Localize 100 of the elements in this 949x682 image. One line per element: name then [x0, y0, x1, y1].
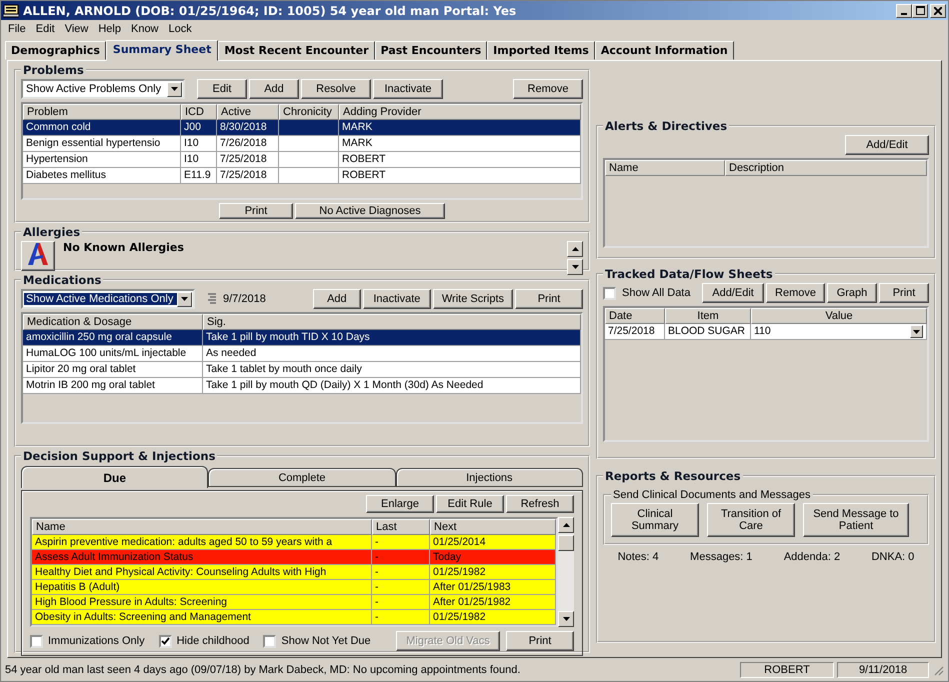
column-header[interactable]: Value	[751, 308, 927, 324]
minimize-button[interactable]	[896, 4, 912, 18]
toolbar-button[interactable]: Write Scripts	[432, 289, 513, 310]
toolbar-button[interactable]: Inactivate	[373, 79, 443, 100]
checkbox[interactable]	[603, 286, 616, 300]
checkbox-label[interactable]: Show All Data	[622, 287, 690, 300]
toolbar-button[interactable]: Remove	[766, 283, 825, 304]
menu-item[interactable]: Lock	[164, 23, 197, 36]
toolbar-button[interactable]: Graph	[827, 283, 877, 304]
tab[interactable]: Due	[21, 466, 208, 488]
toolbar-button[interactable]: Edit	[197, 79, 247, 100]
toolbar-button[interactable]: Inactivate	[362, 289, 431, 310]
table-row[interactable]: Benign essential hypertensio I10 7/26/2018 MARK	[23, 136, 581, 152]
tab[interactable]: Complete	[208, 468, 396, 488]
menu-item[interactable]: Edit	[30, 23, 60, 36]
table-row[interactable]: Lipitor 20 mg oral tablet Take 1 tablet by mouth once daily	[23, 362, 581, 378]
column-header[interactable]: Last	[372, 519, 430, 536]
table-row[interactable]: HumaLOG 100 units/mL injectable As needed	[23, 346, 581, 362]
checkbox[interactable]	[30, 634, 43, 648]
column-header[interactable]: Name	[605, 160, 725, 176]
table-row[interactable]: Healthy Diet and Physical Activity: Counseling Adults with High - 01/25/1982	[32, 565, 556, 580]
report-button[interactable]: Clinical Summary	[611, 503, 699, 538]
toolbar-button[interactable]: Enlarge	[366, 495, 434, 514]
toolbar-button[interactable]: Add	[249, 79, 299, 100]
scroll-thumb[interactable]	[558, 535, 574, 552]
toolbar-button[interactable]: Add/Edit	[702, 283, 764, 304]
menu-item[interactable]: Help	[93, 23, 126, 36]
table-cell: 7/25/2018	[220, 168, 267, 184]
column-header[interactable]: Date	[605, 308, 665, 324]
table-row[interactable]: Common cold J00 8/30/2018 MARK	[23, 120, 581, 136]
column-header[interactable]: Adding Provider	[339, 104, 581, 120]
column-header[interactable]: Sig.	[203, 314, 581, 330]
tab[interactable]: Most Recent Encounter	[218, 41, 375, 60]
column-header[interactable]: ICD	[181, 104, 217, 120]
table-row[interactable]: 7/25/2018 BLOOD SUGAR 110	[605, 324, 927, 340]
table-row[interactable]: Motrin IB 200 mg oral tablet Take 1 pill by mouth QD (Daily) X 1 Month (30d) As Needed	[23, 378, 581, 394]
allergy-button[interactable]	[21, 241, 55, 272]
scroll-down-button[interactable]	[558, 611, 574, 628]
remove-button[interactable]: Remove	[513, 79, 583, 100]
scroll-down-button[interactable]	[567, 259, 583, 276]
checkbox-label[interactable]: Hide childhood	[176, 635, 250, 648]
column-header[interactable]: Chronicity	[279, 104, 339, 120]
table-row[interactable]: High Blood Pressure in Adults: Screening - After 01/25/1982	[32, 595, 556, 610]
scroll-up-button[interactable]	[567, 241, 583, 258]
add-edit-button[interactable]: Add/Edit	[845, 135, 929, 156]
column-header[interactable]: Problem	[23, 104, 181, 120]
no-active-diagnoses-button[interactable]: No Active Diagnoses	[295, 203, 445, 220]
column-header[interactable]: Name	[32, 519, 372, 536]
table-row[interactable]: amoxicillin 250 mg oral capsule Take 1 pill by mouth TID X 10 Days	[23, 330, 581, 346]
tab[interactable]: Summary Sheet	[106, 40, 218, 62]
tab[interactable]: Imported Items	[487, 41, 595, 60]
column-header[interactable]: Item	[665, 308, 751, 324]
close-button[interactable]	[930, 4, 946, 18]
table-row[interactable]: Aspirin preventive medication: adults aged 50 to 59 years with a - 01/25/2014	[32, 535, 556, 550]
tab[interactable]: Account Information	[594, 41, 734, 60]
scroll-up-button[interactable]	[558, 517, 574, 534]
table-row[interactable]: Assess Adult Immunization Status - Today	[32, 550, 556, 566]
column-header[interactable]: Medication & Dosage	[23, 314, 203, 330]
table-cell: -	[375, 565, 378, 580]
menu-item[interactable]: View	[60, 23, 94, 36]
dropdown-button[interactable]	[910, 325, 923, 338]
table-cell: -	[375, 610, 378, 624]
table-row[interactable]: Hypertension I10 7/25/2018 ROBERT	[23, 152, 581, 168]
maximize-button[interactable]	[912, 4, 928, 18]
table-cell: ROBERT	[342, 168, 386, 184]
report-button[interactable]: Send Message to Patient	[803, 503, 909, 538]
scrollbar[interactable]	[558, 517, 574, 628]
table-cell: BLOOD SUGAR	[668, 324, 746, 340]
action-button[interactable]: Print	[506, 631, 574, 652]
column-header[interactable]: Description	[725, 160, 927, 176]
table-row[interactable]: Obesity in Adults: Screening and Management - 01/25/1982	[32, 610, 556, 626]
table-row[interactable]: Hepatitis B (Adult) - After 01/25/1983	[32, 580, 556, 596]
caret-icon	[913, 330, 920, 334]
menu-item[interactable]: File	[3, 23, 31, 36]
toolbar-button[interactable]: Print	[515, 289, 583, 310]
column-header[interactable]: Active	[217, 104, 279, 120]
checkbox[interactable]	[158, 634, 172, 648]
toolbar-button[interactable]: Resolve	[301, 79, 371, 100]
tab[interactable]: Past Encounters	[374, 41, 488, 60]
checkbox[interactable]	[263, 634, 276, 648]
filter-dropdown[interactable]: Show Active Problems Only	[21, 79, 185, 100]
filter-dropdown[interactable]: Show Active Medications Only	[21, 289, 195, 310]
table-row[interactable]: Diabetes mellitus E11.9 7/25/2018 ROBERT	[23, 168, 581, 184]
menu-item[interactable]: Know	[126, 23, 164, 36]
tab[interactable]: Injections	[396, 468, 583, 488]
checkbox-label[interactable]: Show Not Yet Due	[281, 635, 371, 648]
toolbar-button[interactable]: Refresh	[506, 495, 574, 514]
report-button[interactable]: Transition of Care	[707, 503, 795, 538]
tab[interactable]: Demographics	[5, 41, 106, 60]
down-arrow-icon	[562, 617, 570, 622]
toolbar-button[interactable]: Print	[879, 283, 929, 304]
print-button[interactable]: Print	[219, 203, 293, 220]
date-label: 9/7/2018	[223, 293, 266, 306]
table-cell: MARK	[342, 120, 372, 136]
toolbar-button[interactable]: Edit Rule	[436, 495, 504, 514]
column-header[interactable]: Next	[430, 519, 556, 536]
table-cell: Today	[433, 550, 462, 564]
checkbox-label[interactable]: Immunizations Only	[48, 635, 145, 648]
section-title: Alerts & Directives	[604, 119, 728, 134]
toolbar-button[interactable]: Add	[312, 289, 361, 310]
